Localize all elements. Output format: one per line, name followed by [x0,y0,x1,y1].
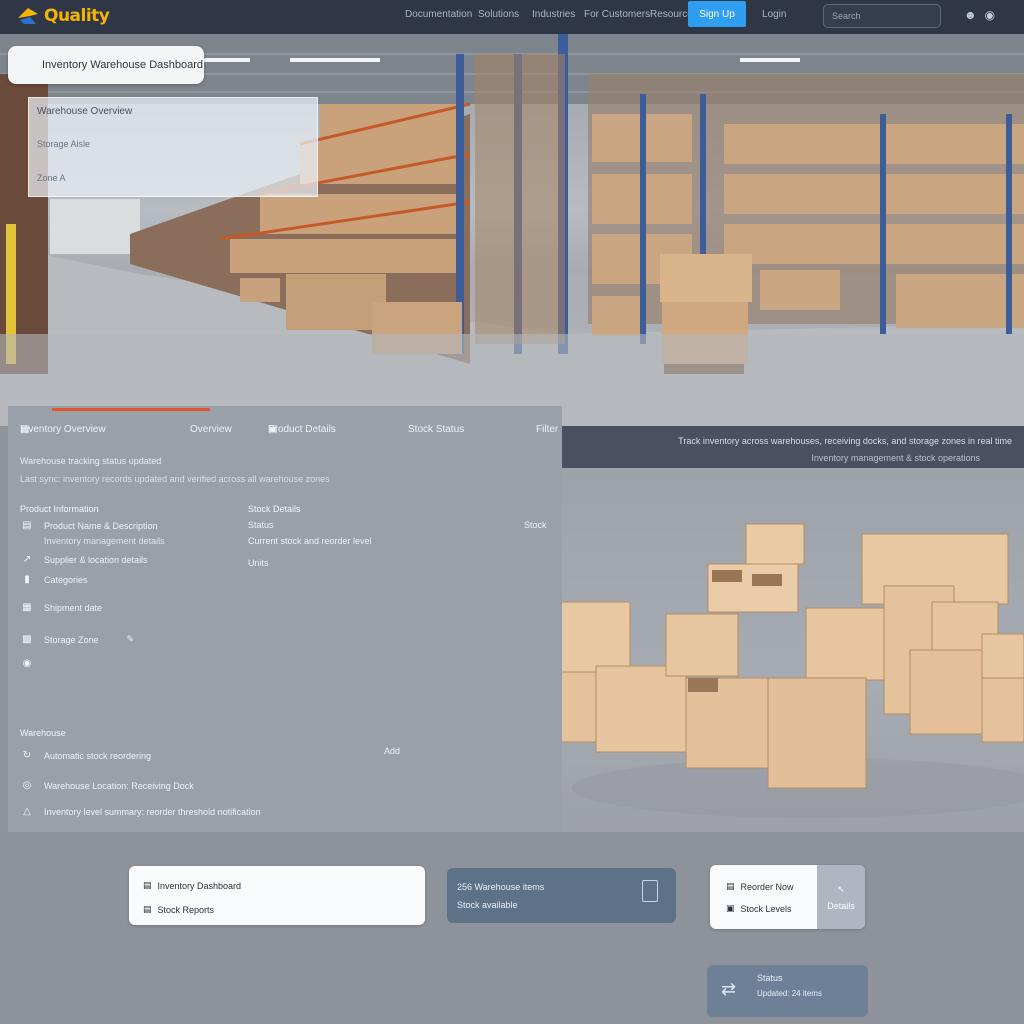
warehouse-heading: Warehouse [20,728,66,738]
card3-line2: ▣ Stock Levels [726,903,792,914]
hero-info-card: Warehouse Overview Storage Aisle Zone A [28,97,318,197]
card4-line1: Status [757,973,783,983]
calendar-icon: ▦ [22,602,32,613]
card-status[interactable]: ⇄ Status Updated: 24 items [707,965,868,1017]
active-tab-indicator [52,408,210,411]
search-input[interactable]: Search [823,4,941,28]
refresh-icon: ↻ [22,750,32,761]
link-icon: ↗ [22,554,32,565]
tagline-primary: Track inventory across warehouses, recei… [678,436,1012,446]
list-icon: ▤ [22,520,32,531]
info-row-categories[interactable]: ▮ Categories [18,574,87,585]
info-row-secondary[interactable]: ◉ ​ [18,658,44,669]
nav-link-for-customers[interactable]: For Customers [584,9,650,20]
card1-line1: ▤ Inventory Dashboard [143,880,242,891]
warehouse-row-location[interactable]: ◎ Warehouse Location: Receiving Dock [18,780,194,791]
pointer-icon: ↖ [837,883,845,894]
box-pile-image [562,468,1024,832]
card-reorder[interactable]: ▤ Reorder Now ▣ Stock Levels ↖ Details [710,865,865,929]
box-pile-illustration [562,523,1024,818]
info-tabs: ▦ Inventory Overview Overview ▣ Product … [20,424,559,435]
product-info-heading: Product Information [20,504,99,514]
cart-icon: ▤ [726,881,735,891]
stock-badge[interactable]: Stock [524,520,547,530]
bars-icon: ▮ [24,574,30,585]
add-badge[interactable]: Add [384,746,400,756]
info-row-product-name[interactable]: ▤ Product Name & Description [18,520,157,531]
globe-icon[interactable]: ◉ [985,8,995,22]
info-row-storage-zone[interactable]: ▩ Storage Zone ✎ [18,634,134,645]
card2-line1: 256 Warehouse items [457,882,545,892]
edit-icon[interactable]: ✎ [127,634,135,645]
hero-card-title: Warehouse Overview [37,106,133,117]
card2-line2: Stock available [457,900,518,910]
stock-row-current: Current stock and reorder level [248,536,372,546]
tab-filter[interactable]: Filter [536,424,558,435]
mobile-icon [642,880,658,902]
info-row-supplier[interactable]: ↗ Supplier & location details [18,554,148,565]
box-icon: ▣ [726,903,735,913]
hero-card-footer: Zone A [37,173,66,183]
tagline-strip: Track inventory across warehouses, recei… [562,426,1024,468]
nav-link-documentation[interactable]: Documentation [405,9,472,20]
card4-line2: Updated: 24 items [757,989,822,998]
sign-up-button[interactable]: Sign Up [688,1,746,27]
card-inventory-dashboard[interactable]: ▤ Inventory Dashboard ▤ Stock Reports [129,866,425,925]
logo-text: Quality [44,6,110,26]
nav-link-solutions[interactable]: Solutions [478,9,519,20]
meta-primary: Warehouse tracking status updated [20,456,162,466]
warning-icon: △ [23,806,31,817]
bottom-section: ▤ Inventory Dashboard ▤ Stock Reports 25… [0,832,1024,1024]
chart-icon: ▤ [143,880,152,890]
card3-side-panel[interactable]: ↖ Details [817,865,865,929]
hero-card-subtitle: Storage Aisle [37,139,91,149]
info-row-inventory-details: Inventory management details [44,536,165,546]
hero-warehouse-image: Inventory Warehouse Dashboard Warehouse … [0,34,1024,426]
tab-overview[interactable]: Overview [190,424,232,435]
user-icon[interactable]: ☻ [964,8,977,22]
hero-title-pill[interactable]: Inventory Warehouse Dashboard [8,46,204,84]
warehouse-row-summary[interactable]: △ Inventory level summary: reorder thres… [18,806,260,817]
location-icon: ◎ [22,780,32,791]
stock-row-status: Status [248,520,274,530]
document-icon: ▤ [143,904,152,914]
warehouse-row-reorder[interactable]: ↻ Automatic stock reordering [18,750,151,761]
warehouse-illustration [0,34,1024,426]
card3-line1: ▤ Reorder Now [726,881,794,892]
nav-link-industries[interactable]: Industries [532,9,575,20]
stock-row-units: Units [248,558,269,568]
top-nav-bar: Quality Documentation Solutions Industri… [0,0,1024,34]
inventory-info-panel: ▦ Inventory Overview Overview ▣ Product … [8,406,562,832]
nav-link-login[interactable]: Login [762,9,786,20]
stock-details-heading: Stock Details [248,504,301,514]
card1-line2: ▤ Stock Reports [143,904,215,915]
camera-icon: ◉ [22,658,32,669]
card-warehouse-items[interactable]: 256 Warehouse items Stock available [447,868,676,923]
meta-secondary: Last sync: inventory records updated and… [20,474,330,484]
logo[interactable]: Quality [16,4,110,28]
transfer-icon: ⇄ [721,979,737,999]
logo-mark-icon [18,8,38,24]
tagline-secondary: Inventory management & stock operations [811,453,980,463]
tab-stock-status[interactable]: Stock Status [408,424,464,435]
image-icon: ▩ [22,634,32,645]
info-row-shipment-date[interactable]: ▦ Shipment date [18,602,102,613]
